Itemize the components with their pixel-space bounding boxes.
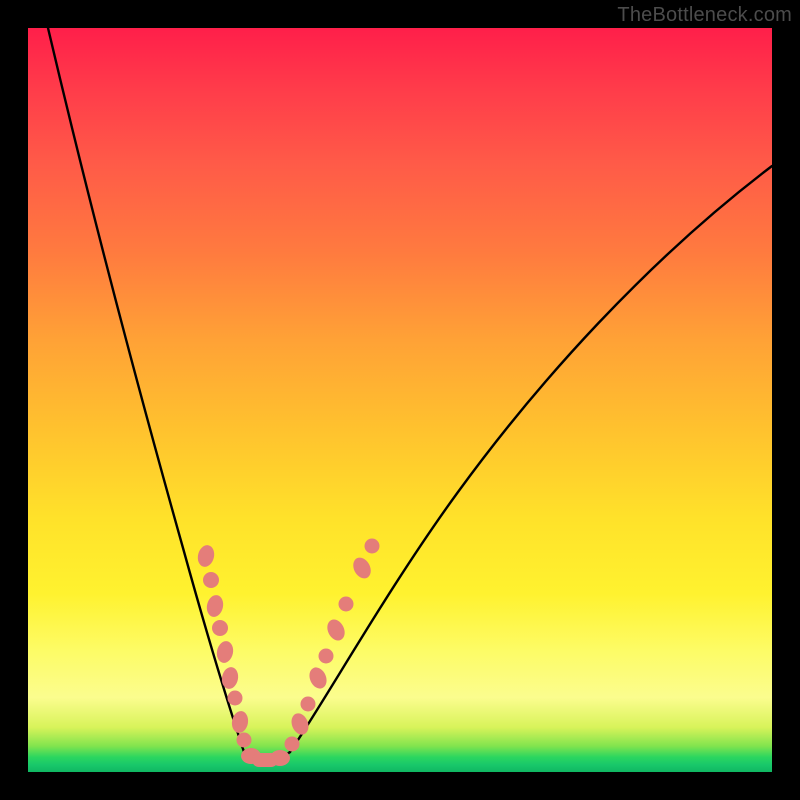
bead-right-3 (301, 697, 316, 712)
bead-bottom-3 (270, 750, 290, 766)
bead-left-7 (228, 691, 243, 706)
bead-right-9 (365, 539, 380, 554)
bead-left-1 (196, 543, 217, 568)
bead-right-1 (285, 737, 300, 752)
bead-left-8 (230, 710, 250, 734)
bead-right-8 (350, 555, 374, 582)
bead-left-4 (212, 620, 228, 636)
bead-left-2 (203, 572, 219, 588)
bead-left-9 (237, 733, 252, 748)
bead-right-2 (288, 711, 311, 737)
bead-right-7 (339, 597, 354, 612)
bottleneck-curve (28, 28, 772, 772)
plot-area (28, 28, 772, 772)
bead-left-3 (205, 593, 226, 618)
watermark-text: TheBottleneck.com (617, 4, 792, 27)
frame: TheBottleneck.com (0, 0, 800, 800)
curve-right (290, 166, 772, 752)
bead-right-5 (319, 649, 334, 664)
bead-left-5 (215, 640, 235, 665)
curve-left (48, 28, 246, 758)
bead-right-4 (306, 665, 330, 692)
bead-right-6 (324, 617, 348, 644)
